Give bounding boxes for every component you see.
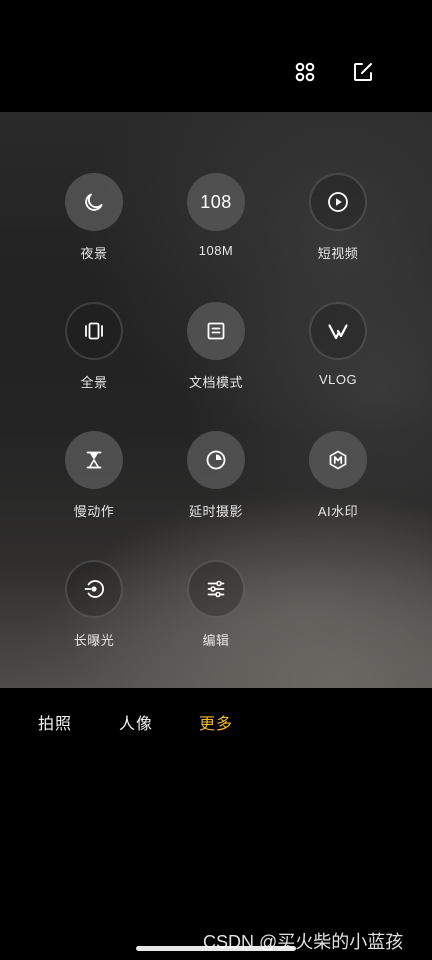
mode-ai-watermark-circle — [309, 431, 367, 489]
modes-panel: 夜景 108 108M 短视频 全景 文档模式 VLOG 慢动作 延时摄影 AI… — [0, 112, 432, 688]
timelapse-icon — [206, 450, 226, 470]
mode-108m-circle: 108 — [187, 173, 245, 231]
mode-108m[interactable]: 108 108M — [166, 173, 266, 273]
hourglass-icon — [86, 451, 102, 469]
long-exposure-icon — [84, 580, 105, 598]
mode-slow-motion-circle — [65, 431, 123, 489]
mode-panorama-circle — [65, 302, 123, 360]
tab-portrait[interactable]: 人像 — [119, 710, 153, 734]
moon-icon — [85, 193, 103, 211]
grid-icon[interactable] — [289, 56, 321, 88]
mode-label: 夜景 — [80, 246, 108, 261]
top-bar — [0, 0, 432, 112]
mode-label: 108M — [198, 243, 234, 258]
mode-short-video[interactable]: 短视频 — [288, 173, 388, 273]
mode-label: 全景 — [80, 375, 108, 390]
mode-vlog-circle — [309, 302, 367, 360]
mode-long-exposure-circle — [65, 560, 123, 618]
mode-label: AI水印 — [317, 504, 359, 519]
watermark-text: CSDN @买火柴的小蓝孩 — [203, 932, 404, 952]
mode-short-video-circle — [309, 173, 367, 231]
mode-timelapse-circle — [187, 431, 245, 489]
mode-document[interactable]: 文档模式 — [166, 302, 266, 402]
mode-vlog[interactable]: VLOG — [288, 302, 388, 402]
mode-label: 慢动作 — [73, 504, 115, 519]
mode-ai-watermark[interactable]: AI水印 — [288, 431, 388, 531]
mode-night-circle — [65, 173, 123, 231]
mode-timelapse[interactable]: 延时摄影 — [166, 431, 266, 531]
mode-label: 长曝光 — [73, 633, 115, 648]
108-icon: 108 — [200, 191, 232, 212]
mode-edit[interactable]: 编辑 — [166, 560, 266, 660]
mode-slow-motion[interactable]: 慢动作 — [44, 431, 144, 531]
watermark-icon — [329, 450, 347, 470]
mode-label: 编辑 — [202, 633, 230, 648]
play-icon — [328, 192, 348, 212]
tab-photo[interactable]: 拍照 — [38, 710, 72, 734]
vlog-icon — [328, 324, 348, 340]
mode-label: VLOG — [318, 372, 358, 387]
document-icon — [207, 322, 225, 340]
mode-panorama[interactable]: 全景 — [44, 302, 144, 402]
edit-icon[interactable] — [347, 56, 379, 88]
mode-label: 延时摄影 — [188, 504, 243, 519]
mode-long-exposure[interactable]: 长曝光 — [44, 560, 144, 660]
mode-night[interactable]: 夜景 — [44, 173, 144, 273]
panorama-icon — [85, 322, 103, 340]
mode-edit-circle — [187, 560, 245, 618]
tab-more[interactable]: 更多 — [199, 710, 233, 734]
mode-label: 文档模式 — [188, 375, 243, 390]
mode-label: 短视频 — [317, 246, 359, 261]
sliders-icon — [207, 580, 225, 598]
mode-document-circle — [187, 302, 245, 360]
